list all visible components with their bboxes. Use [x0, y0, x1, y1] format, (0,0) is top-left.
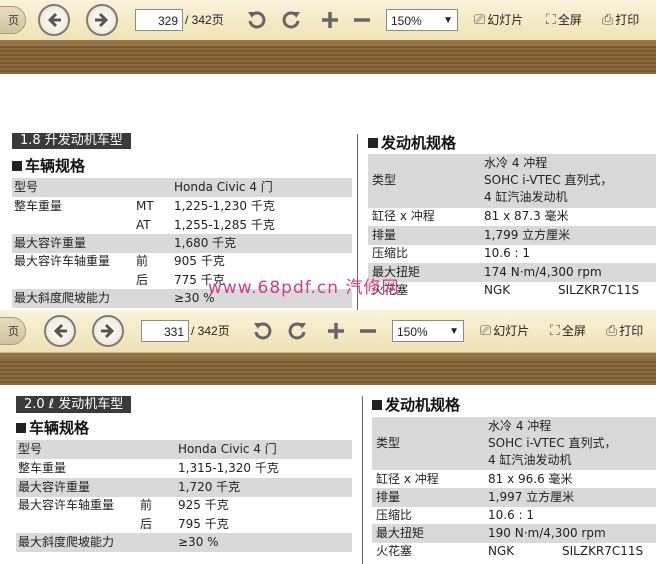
engine-specs-heading: 发动机规格	[372, 396, 460, 414]
table-row: 排量 1,997 立方厘米	[372, 488, 656, 507]
table-row: 最大容许车轴重量 前 925 千克 后 795 千克	[18, 498, 229, 531]
table-row: 缸径 x 冲程 81 x 96.6 毫米	[376, 472, 573, 486]
vehicle-specs-heading: 车辆规格	[16, 419, 89, 437]
table-row: 最大扭矩 190 N·m/4,300 rpm	[372, 524, 656, 543]
table-row: 火花塞 NGK SILZKR7C11S	[376, 544, 644, 558]
table-row: 整车重量 1,315-1,320 千克	[18, 461, 279, 475]
table-row: 最大斜度爬坡能力 ≥30 %	[16, 533, 352, 552]
table-row: 最大容许重量 1,720 千克	[16, 478, 352, 497]
table-row: 型号 Honda Civic 4 门	[16, 440, 352, 459]
spec-sheet-2: 2.0 ℓ 发动机车型 车辆规格 型号 Honda Civic 4 门 整车重量…	[0, 0, 656, 564]
model-title: 2.0 ℓ 发动机车型	[16, 396, 132, 413]
table-row: 类型 水冷 4 冲程 SOHC i-VTEC 直列式， 4 缸汽油发动机	[372, 417, 656, 470]
table-row: 压缩比 10.6 : 1	[376, 508, 535, 522]
divider	[362, 396, 363, 564]
